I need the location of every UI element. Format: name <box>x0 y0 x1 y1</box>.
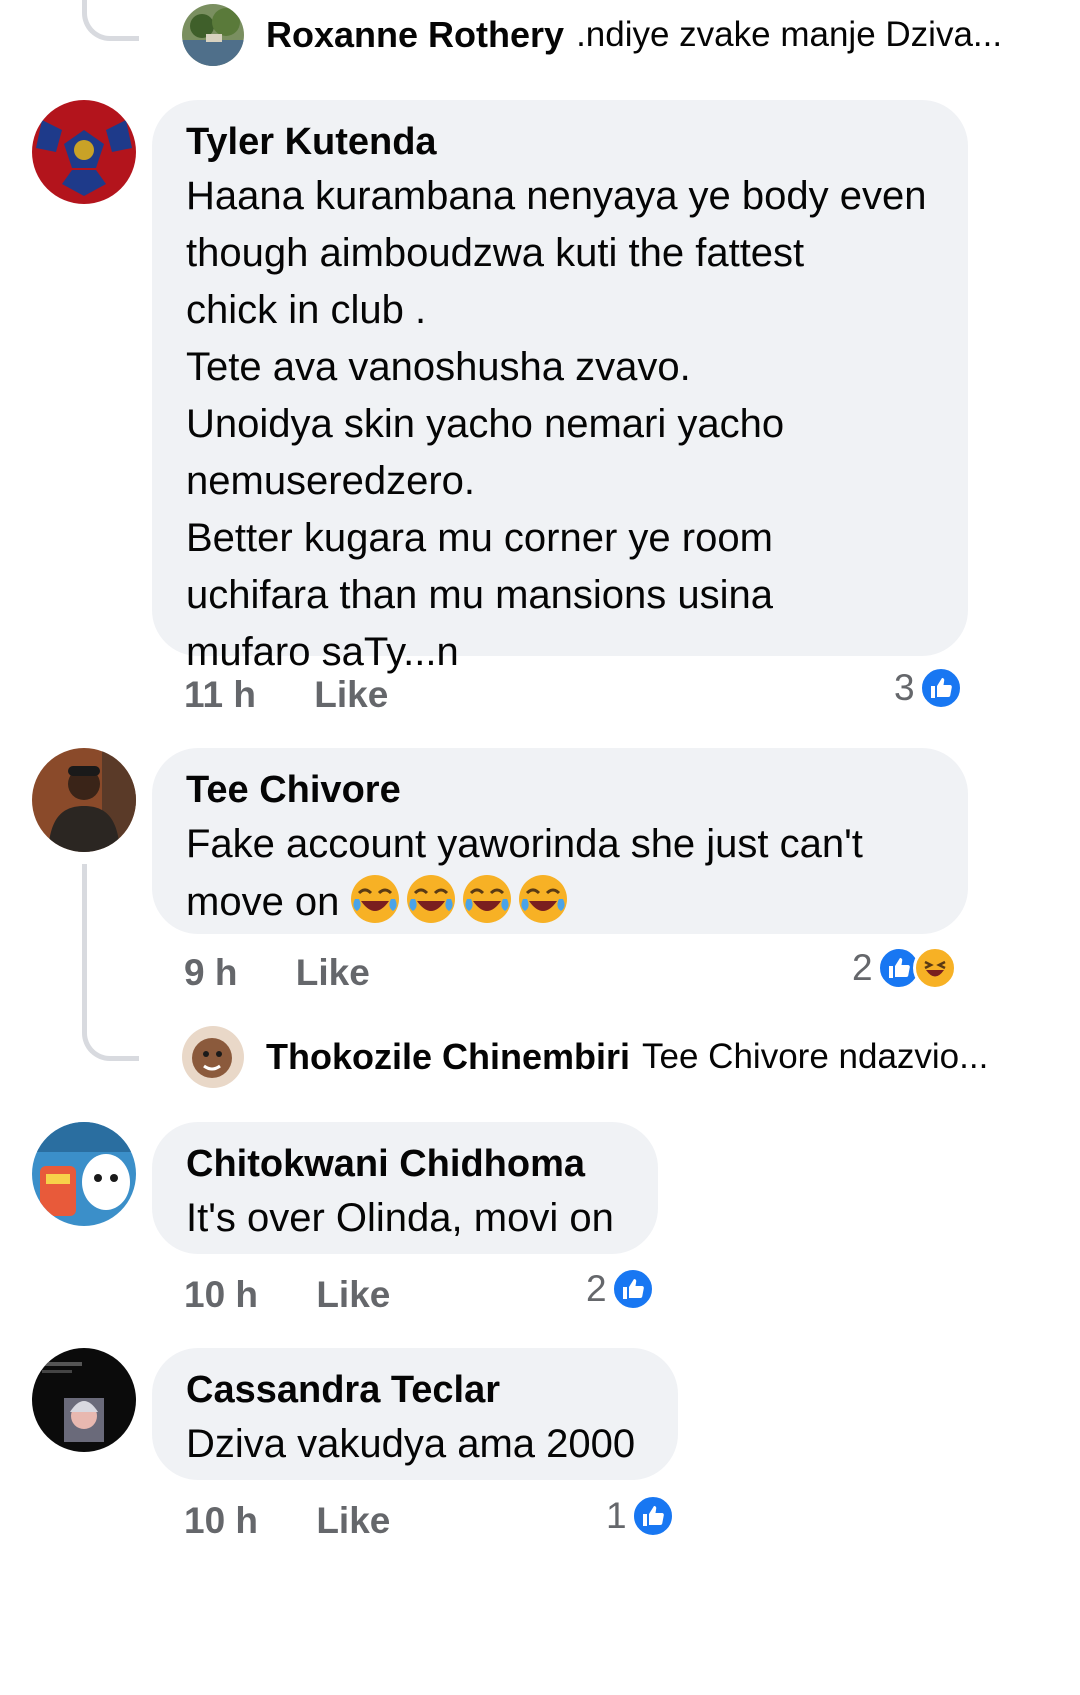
comment-time[interactable]: 9 h <box>184 952 237 994</box>
like-button[interactable]: Like <box>296 952 370 994</box>
like-button[interactable]: Like <box>314 674 388 716</box>
thread-connector-top <box>82 0 139 41</box>
comment-author[interactable]: Tyler Kutenda <box>186 116 934 168</box>
comment-time[interactable]: 11 h <box>184 674 256 716</box>
reaction-summary[interactable]: 2 <box>586 1267 655 1311</box>
laugh-cry-emoji <box>407 875 456 923</box>
avatar[interactable] <box>32 100 136 204</box>
comment-actions: 10 h Like <box>184 1500 390 1542</box>
reply-preview[interactable]: Roxanne Rothery .ndiye zvake manje Dziva… <box>266 14 1002 56</box>
comment-actions: 10 h Like <box>184 1274 390 1316</box>
comment-time[interactable]: 10 h <box>184 1500 258 1542</box>
thread-connector <box>82 864 139 1061</box>
reaction-summary[interactable]: 3 <box>894 666 963 710</box>
comment-actions: 9 h Like <box>184 952 370 994</box>
comment-time[interactable]: 10 h <box>184 1274 258 1316</box>
laugh-cry-emoji <box>463 875 512 923</box>
reply-author[interactable]: Roxanne Rothery <box>266 14 564 56</box>
reply-text: Tee Chivore ndazvio... <box>642 1037 989 1076</box>
comment-text: Haana kurambana nenyaya ye body even tho… <box>186 174 927 674</box>
comment-text: It's over Olinda, movi on <box>186 1196 614 1240</box>
comment-author[interactable]: Tee Chivore <box>186 764 934 816</box>
reaction-count: 1 <box>606 1495 627 1536</box>
emoji-row <box>349 875 573 924</box>
laugh-cry-emoji <box>351 875 400 923</box>
like-icon <box>630 1494 675 1538</box>
comment-text: Fake account yaworinda she just can't mo… <box>186 816 934 931</box>
like-icon <box>918 666 963 710</box>
reply-text: .ndiye zvake manje Dziva... <box>576 15 1003 54</box>
avatar[interactable] <box>32 1348 136 1452</box>
avatar[interactable] <box>32 1122 136 1226</box>
comment-bubble[interactable]: Cassandra Teclar Dziva vakudya ama 2000 <box>152 1348 678 1480</box>
avatar[interactable] <box>32 748 136 852</box>
avatar[interactable] <box>182 1026 244 1088</box>
reaction-count: 2 <box>586 1268 607 1309</box>
comment-bubble[interactable]: Tyler Kutenda Haana kurambana nenyaya ye… <box>152 100 968 674</box>
laugh-cry-emoji <box>519 875 568 923</box>
comment-text: Dziva vakudya ama 2000 <box>186 1422 636 1466</box>
comment-bubble[interactable]: Tee Chivore Fake account yaworinda she j… <box>152 748 968 934</box>
reply-author[interactable]: Thokozile Chinembiri <box>266 1036 630 1078</box>
like-button[interactable]: Like <box>316 1274 390 1316</box>
haha-icon <box>912 946 957 990</box>
comment-author[interactable]: Chitokwani Chidhoma <box>186 1138 624 1190</box>
reaction-summary[interactable]: 2 <box>852 946 957 990</box>
reaction-count: 2 <box>852 947 873 988</box>
avatar[interactable] <box>182 4 244 66</box>
like-icon <box>610 1267 655 1311</box>
comment-bubble[interactable]: Chitokwani Chidhoma It's over Olinda, mo… <box>152 1122 658 1254</box>
comment-author[interactable]: Cassandra Teclar <box>186 1364 644 1416</box>
reaction-summary[interactable]: 1 <box>606 1494 675 1538</box>
like-button[interactable]: Like <box>316 1500 390 1542</box>
reaction-count: 3 <box>894 667 915 708</box>
reply-preview[interactable]: Thokozile Chinembiri Tee Chivore ndazvio… <box>266 1036 988 1078</box>
comment-actions: 11 h Like <box>184 674 388 716</box>
